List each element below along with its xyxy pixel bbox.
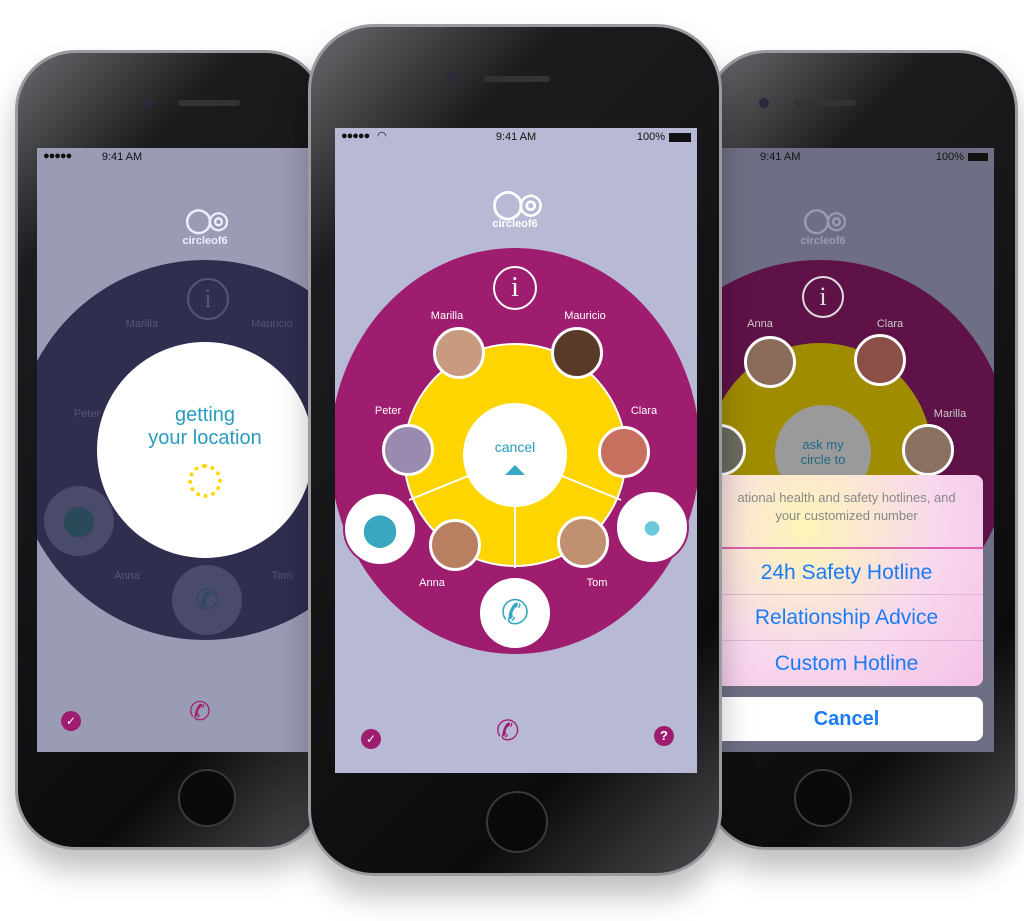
right-phone: 9:41 AM 100% ◯◎ circleof6 i Anna Clara Ma…: [706, 50, 1018, 850]
phone-button[interactable]: ✆: [478, 576, 552, 650]
avatar-anna[interactable]: [429, 519, 481, 571]
avatar-tom[interactable]: [557, 516, 609, 568]
speaker: [484, 76, 550, 82]
sheet-message: ational health and safety hotlines, and …: [737, 490, 956, 523]
location-button[interactable]: ⬤: [343, 492, 417, 566]
logo: ◯◎ circleof6: [800, 207, 847, 247]
location-button: ⬤: [44, 486, 114, 556]
sheet-option-relationship-advice[interactable]: Relationship Advice: [720, 594, 983, 640]
front-camera: [143, 98, 153, 108]
chat-bubble-icon: ●: [641, 508, 663, 546]
spinner-icon: [188, 464, 222, 498]
right-screen: 9:41 AM 100% ◯◎ circleof6 i Anna Clara Ma…: [720, 148, 994, 752]
avatar-clara[interactable]: [598, 426, 650, 478]
avatar-marilla: [902, 424, 954, 476]
speaker: [178, 100, 240, 106]
sheet-option-custom-hotline[interactable]: Custom Hotline: [720, 640, 983, 686]
center-screen: ●●●●● ◠ 9:41 AM 100% ◯◎ circleof6 i cance…: [335, 128, 697, 773]
info-icon: i: [187, 278, 229, 320]
center-phone: ●●●●● ◠ 9:41 AM 100% ◯◎ circleof6 i cance…: [308, 24, 722, 876]
avatar-clara: [854, 334, 906, 386]
avatar-anna: [744, 336, 796, 388]
logo: ◯◎ circleof6: [182, 207, 229, 247]
check-icon[interactable]: ✓: [361, 729, 381, 749]
sheet-option-safety-hotline[interactable]: 24h Safety Hotline: [720, 547, 983, 594]
home-button[interactable]: [486, 791, 548, 853]
loading-dialog: getting your location: [97, 342, 313, 558]
chat-button[interactable]: ●: [615, 490, 689, 564]
location-pin-icon: ⬤: [362, 511, 398, 547]
phone-icon: ✆: [500, 594, 530, 632]
front-camera: [447, 73, 457, 83]
help-icon[interactable]: ?: [654, 726, 674, 746]
front-camera: [759, 98, 769, 108]
call-out-icon[interactable]: ✆: [496, 714, 519, 747]
speaker: [794, 100, 856, 106]
triangle-up-icon: [505, 465, 525, 475]
sheet-cancel-button[interactable]: Cancel: [720, 697, 983, 741]
avatar-peter[interactable]: [382, 424, 434, 476]
action-sheet: ational health and safety hotlines, and …: [720, 475, 983, 686]
cancel-button[interactable]: cancel: [463, 403, 567, 507]
avatar-marilla[interactable]: [433, 327, 485, 379]
status-bar: 9:41 AM 100%: [720, 148, 994, 166]
call-out-icon[interactable]: ✆: [189, 696, 211, 727]
battery-icon: [968, 153, 988, 161]
status-bar: ●●●●● 9:41 AM: [43, 150, 143, 163]
left-phone: ●●●●● 9:41 AM ◯◎ circleof6 i Marilla Maur…: [15, 50, 327, 850]
check-icon[interactable]: ✓: [61, 711, 81, 731]
info-icon: i: [802, 276, 844, 318]
avatar-mauricio[interactable]: [551, 327, 603, 379]
phone-button: ✆: [172, 565, 242, 635]
left-screen: ●●●●● 9:41 AM ◯◎ circleof6 i Marilla Maur…: [37, 148, 327, 752]
home-button[interactable]: [794, 769, 852, 827]
home-button[interactable]: [178, 769, 236, 827]
